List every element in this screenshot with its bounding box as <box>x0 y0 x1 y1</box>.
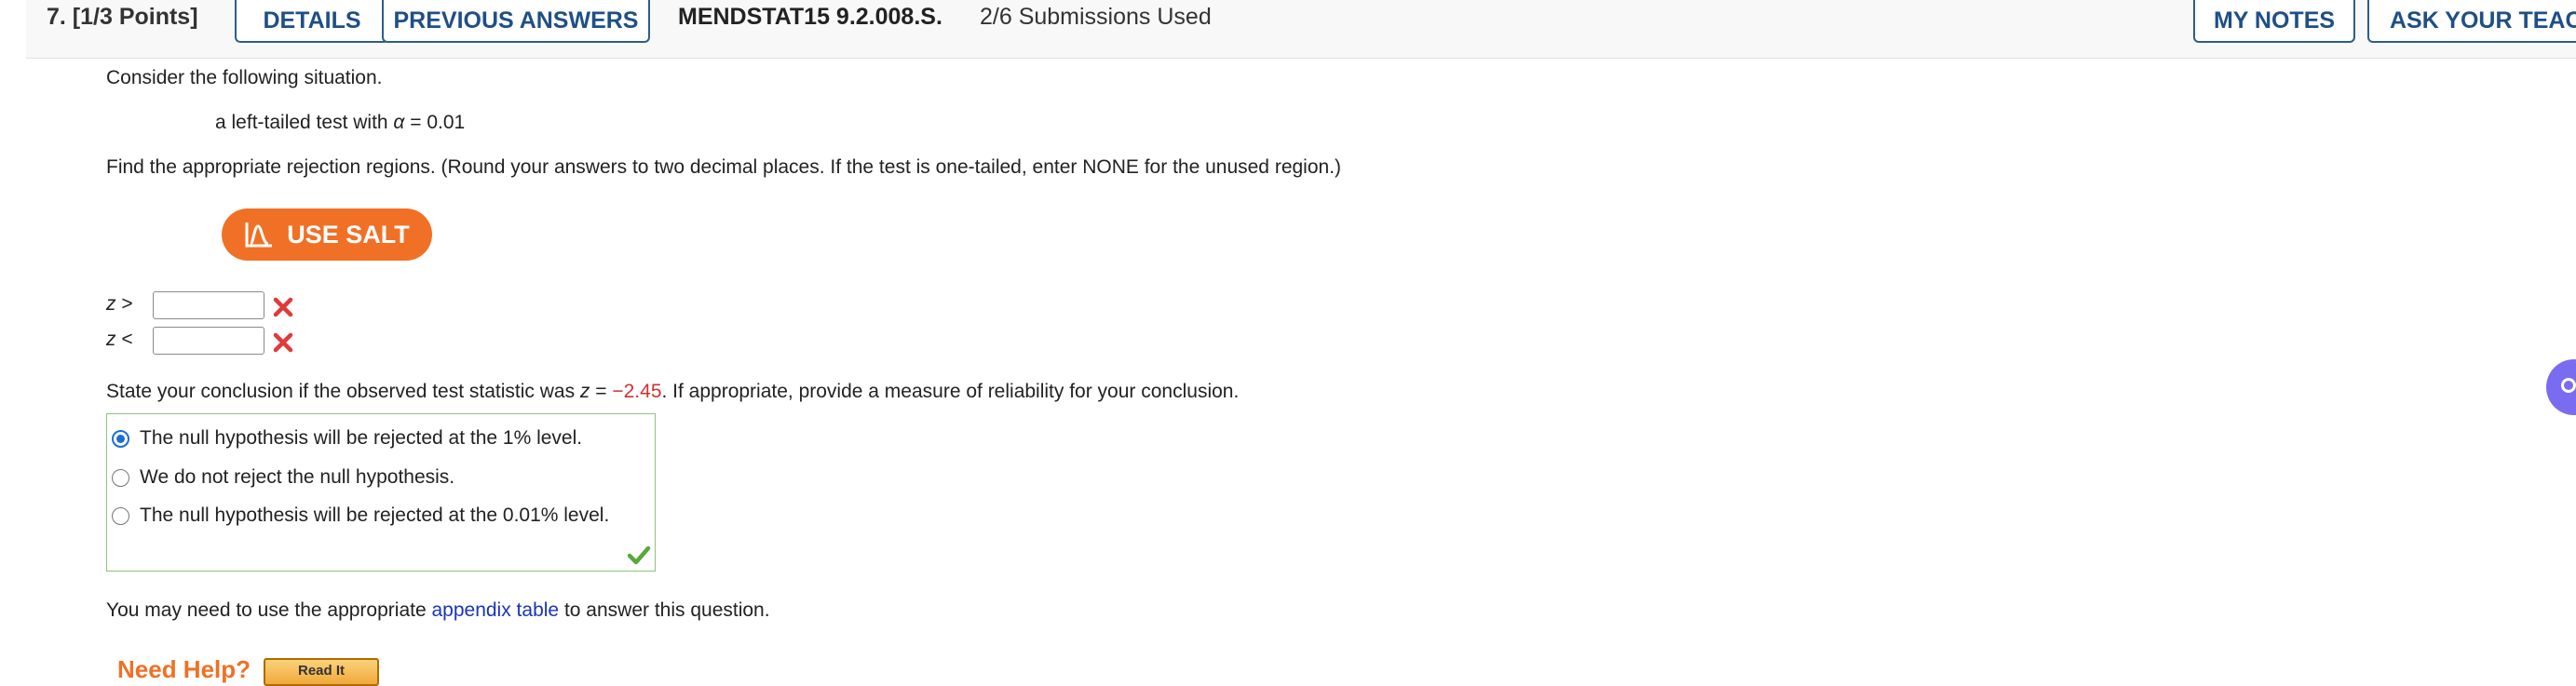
z-less-input[interactable] <box>153 327 264 355</box>
radio-button-selected[interactable] <box>112 429 129 448</box>
z-symbol: z <box>579 381 590 402</box>
z-greater-label: z > <box>106 293 133 316</box>
appendix-prefix: You may need to use the appropriate <box>106 599 432 621</box>
problem-code: MENDSTAT15 9.2.008.S. <box>678 4 942 30</box>
alpha-symbol: α <box>393 112 405 133</box>
appendix-note: You may need to use the appropriate appe… <box>106 599 770 622</box>
situation-prefix: a left-tailed test with <box>215 112 394 133</box>
conclusion-prefix: State your conclusion if the observed te… <box>106 381 580 402</box>
question-number: 7. [1/3 Points] <box>47 4 198 30</box>
need-help-label: Need Help? <box>117 655 251 683</box>
correct-check-icon <box>627 545 651 565</box>
appendix-table-link[interactable]: appendix table <box>431 599 559 621</box>
choice-reject-1pct[interactable]: The null hypothesis will be rejected at … <box>107 424 582 452</box>
test-statistic-value: −2.45 <box>612 381 662 402</box>
situation-text: a left-tailed test with α = 0.01 <box>215 112 465 134</box>
choice-label: We do not reject the null hypothesis. <box>140 466 455 488</box>
greater-sign: > <box>121 293 133 315</box>
salt-chart-icon <box>245 222 273 248</box>
instructions-text: Find the appropriate rejection regions. … <box>106 156 1342 178</box>
use-salt-label: USE SALT <box>287 220 410 249</box>
less-sign: < <box>121 329 133 350</box>
read-it-button[interactable]: Read It <box>264 658 379 686</box>
z-symbol: z <box>106 293 116 315</box>
use-salt-button[interactable]: USE SALT <box>222 208 432 261</box>
previous-answers-button[interactable]: PREVIOUS ANSWERS <box>382 0 650 43</box>
submissions-count: 2/6 Submissions Used <box>980 4 1212 30</box>
assistant-bubble-icon[interactable] <box>2546 359 2576 415</box>
conclusion-choices: The null hypothesis will be rejected at … <box>106 413 656 572</box>
question-header: 7. [1/3 Points] DETAILS PREVIOUS ANSWERS… <box>26 0 2576 59</box>
situation-suffix: = 0.01 <box>404 112 466 133</box>
choice-label: The null hypothesis will be rejected at … <box>140 504 610 526</box>
choice-do-not-reject[interactable]: We do not reject the null hypothesis. <box>107 464 454 491</box>
incorrect-x-icon <box>273 297 293 317</box>
ask-teacher-button[interactable]: ASK YOUR TEACH <box>2367 0 2576 43</box>
z-symbol: z <box>106 329 116 350</box>
z-less-label: z < <box>106 329 133 351</box>
incorrect-x-icon <box>273 332 293 353</box>
conclusion-equals: = <box>590 381 613 402</box>
z-greater-input[interactable] <box>153 291 264 319</box>
details-button[interactable]: DETAILS <box>235 0 389 43</box>
radio-button[interactable] <box>112 468 129 487</box>
my-notes-button[interactable]: MY NOTES <box>2193 0 2355 43</box>
conclusion-suffix: . If appropriate, provide a measure of r… <box>661 381 1240 402</box>
question-intro: Consider the following situation. <box>106 67 383 88</box>
conclusion-prompt: State your conclusion if the observed te… <box>106 381 1239 403</box>
appendix-suffix: to answer this question. <box>559 599 770 621</box>
choice-label: The null hypothesis will be rejected at … <box>140 427 583 449</box>
radio-button[interactable] <box>112 506 129 525</box>
choice-reject-001pct[interactable]: The null hypothesis will be rejected at … <box>107 502 609 530</box>
